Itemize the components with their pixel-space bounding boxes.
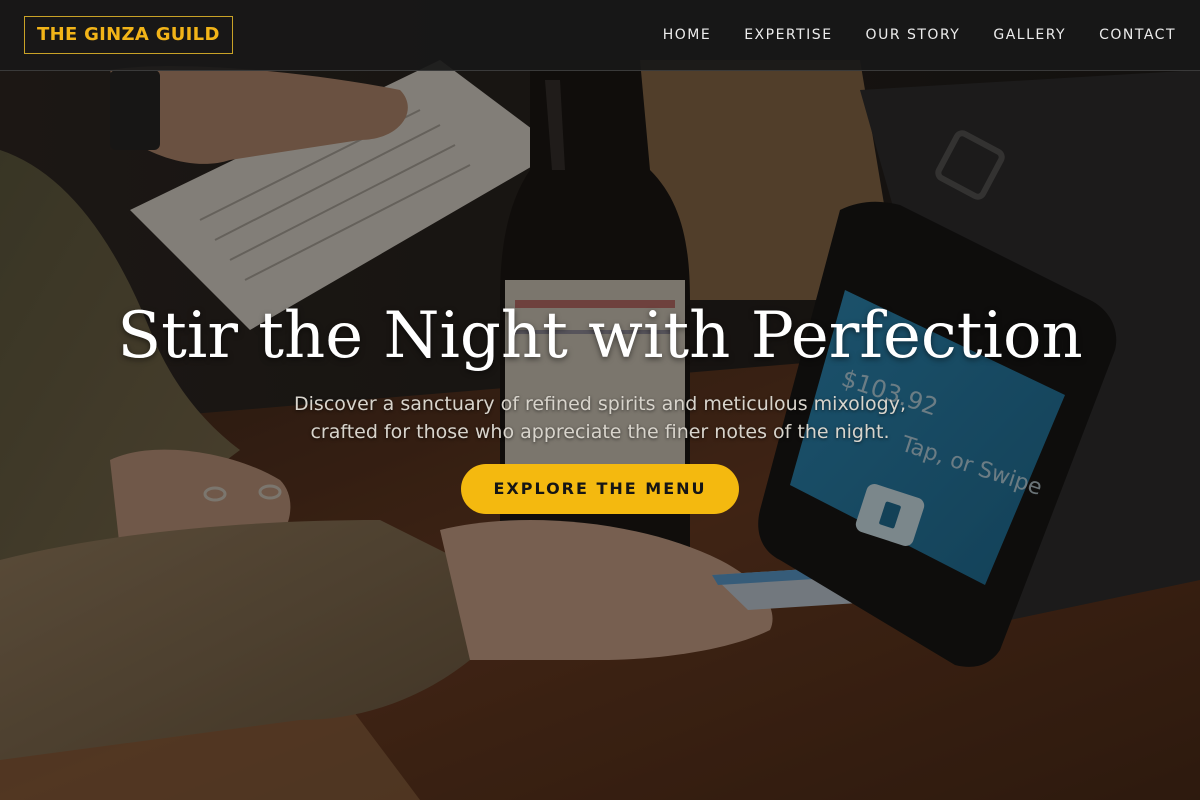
page: $103.92 Tap, or Swipe THE GINZA GUILD HO… — [0, 0, 1200, 800]
nav-link-our-story[interactable]: OUR STORY — [866, 27, 961, 43]
nav-item-home: HOME — [630, 27, 711, 43]
nav-link-contact[interactable]: CONTACT — [1099, 27, 1176, 43]
hero-subtitle-line-2: crafted for those who appreciate the fin… — [310, 421, 890, 443]
nav-link-gallery[interactable]: GALLERY — [993, 27, 1066, 43]
nav-link-home[interactable]: HOME — [663, 27, 711, 43]
nav-item-gallery: GALLERY — [960, 27, 1066, 43]
explore-menu-button[interactable]: EXPLORE THE MENU — [461, 464, 739, 514]
nav-item-expertise: EXPERTISE — [711, 27, 832, 43]
hero-section: Stir the Night with Perfection Discover … — [0, 296, 1200, 514]
nav-link-expertise[interactable]: EXPERTISE — [744, 27, 832, 43]
site-header: THE GINZA GUILD HOME EXPERTISE OUR STORY… — [0, 0, 1200, 71]
nav-list: HOME EXPERTISE OUR STORY GALLERY CONTACT — [630, 27, 1176, 43]
nav-item-our-story: OUR STORY — [833, 27, 961, 43]
hero-subtitle-line-1: Discover a sanctuary of refined spirits … — [294, 393, 906, 415]
main-nav: HOME EXPERTISE OUR STORY GALLERY CONTACT — [630, 27, 1176, 43]
nav-item-contact: CONTACT — [1066, 27, 1176, 43]
hero-subtitle: Discover a sanctuary of refined spirits … — [250, 390, 950, 446]
brand-logo[interactable]: THE GINZA GUILD — [24, 16, 233, 54]
hero-title: Stir the Night with Perfection — [117, 299, 1083, 373]
